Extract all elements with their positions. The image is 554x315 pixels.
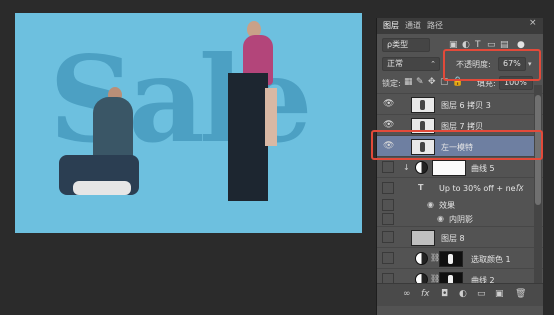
layer-effects-row[interactable]: ◉ 效果: [377, 198, 543, 212]
right-model-leg: [265, 88, 277, 146]
layer-row[interactable]: 图层 8: [377, 226, 543, 247]
link-layers-icon[interactable]: ∞: [403, 289, 411, 299]
effects-label[interactable]: 效果: [439, 200, 455, 211]
eye-icon[interactable]: 👁: [383, 120, 394, 130]
effect-eye-icon: ◉: [437, 214, 444, 223]
tab-layers[interactable]: 图层: [383, 20, 399, 31]
layer-row[interactable]: T Up to 30% off + ne... fx: [377, 177, 543, 198]
panel-tabs: 图层 通道 路径 ×: [377, 18, 543, 34]
tab-paths[interactable]: 路径: [427, 20, 443, 31]
layer-name[interactable]: Up to 30% off + ne...: [439, 184, 523, 193]
selected-layer-highlight-box: [371, 130, 543, 160]
new-adjustment-icon[interactable]: ◐: [459, 289, 467, 299]
fx-badge[interactable]: fx: [516, 183, 524, 192]
left-model-shoes: [73, 181, 131, 195]
layer-row[interactable]: ⛓ 选取颜色 1: [377, 247, 543, 268]
curves-adjustment-icon: [415, 161, 428, 174]
opacity-highlight-box: [443, 49, 541, 81]
lock-transparent-icon[interactable]: ▦: [404, 77, 413, 87]
new-group-icon[interactable]: ▭: [477, 289, 486, 299]
tab-channels[interactable]: 通道: [405, 20, 421, 31]
selective-color-adjustment-icon: [415, 252, 428, 265]
lock-paint-icon[interactable]: ✎: [416, 77, 424, 87]
visibility-toggle[interactable]: [382, 231, 394, 243]
delete-layer-icon[interactable]: 🗑: [515, 289, 526, 299]
lock-position-icon[interactable]: ✥: [428, 77, 436, 87]
new-layer-icon[interactable]: ▣: [495, 289, 504, 299]
lock-label: 锁定:: [382, 79, 401, 88]
add-mask-icon[interactable]: ◘: [441, 289, 448, 299]
document-canvas[interactable]: Sale: [15, 13, 362, 233]
layer-thumbnail: [411, 230, 435, 246]
layer-thumbnail: [411, 97, 435, 113]
effects-eye-icon: ◉: [427, 200, 434, 209]
add-style-icon[interactable]: fx: [421, 289, 430, 299]
visibility-toggle[interactable]: [382, 161, 394, 173]
layers-scrollbar[interactable]: [534, 85, 542, 287]
layer-mask-thumbnail: [439, 251, 463, 267]
layer-name[interactable]: 图层 6 拷贝 3: [441, 100, 491, 111]
visibility-toggle[interactable]: [382, 213, 394, 225]
layers-bottom-bar: ∞ fx ◘ ◐ ▭ ▣ 🗑: [377, 283, 543, 306]
visibility-toggle[interactable]: [382, 252, 394, 264]
sale-letter-a: a: [128, 30, 205, 169]
chevron-down-icon: ⌃: [430, 60, 436, 68]
layer-name[interactable]: 图层 8: [441, 233, 465, 244]
layer-mask-thumbnail: [432, 160, 466, 176]
visibility-toggle[interactable]: [382, 199, 394, 211]
blend-mode-value: 正常: [387, 59, 403, 68]
clip-arrow-icon: ↓: [403, 163, 410, 172]
layer-effect-item[interactable]: ◉ 内阴影: [377, 212, 543, 226]
right-model-skirt: [228, 73, 268, 201]
effect-name[interactable]: 内阴影: [449, 214, 473, 225]
layer-name[interactable]: 选取颜色 1: [471, 254, 511, 265]
layer-filter-label: ρ类型: [387, 40, 409, 49]
close-icon[interactable]: ×: [529, 18, 537, 28]
layer-row[interactable]: 👁 图层 6 拷贝 3: [377, 93, 543, 114]
layer-name[interactable]: 曲线 5: [471, 163, 495, 174]
layer-filter-dropdown[interactable]: ρ类型: [382, 38, 430, 52]
visibility-toggle[interactable]: [382, 182, 394, 194]
eye-icon[interactable]: 👁: [383, 99, 394, 109]
blend-mode-dropdown[interactable]: 正常 ⌃: [382, 57, 440, 71]
type-layer-icon: T: [418, 183, 424, 192]
